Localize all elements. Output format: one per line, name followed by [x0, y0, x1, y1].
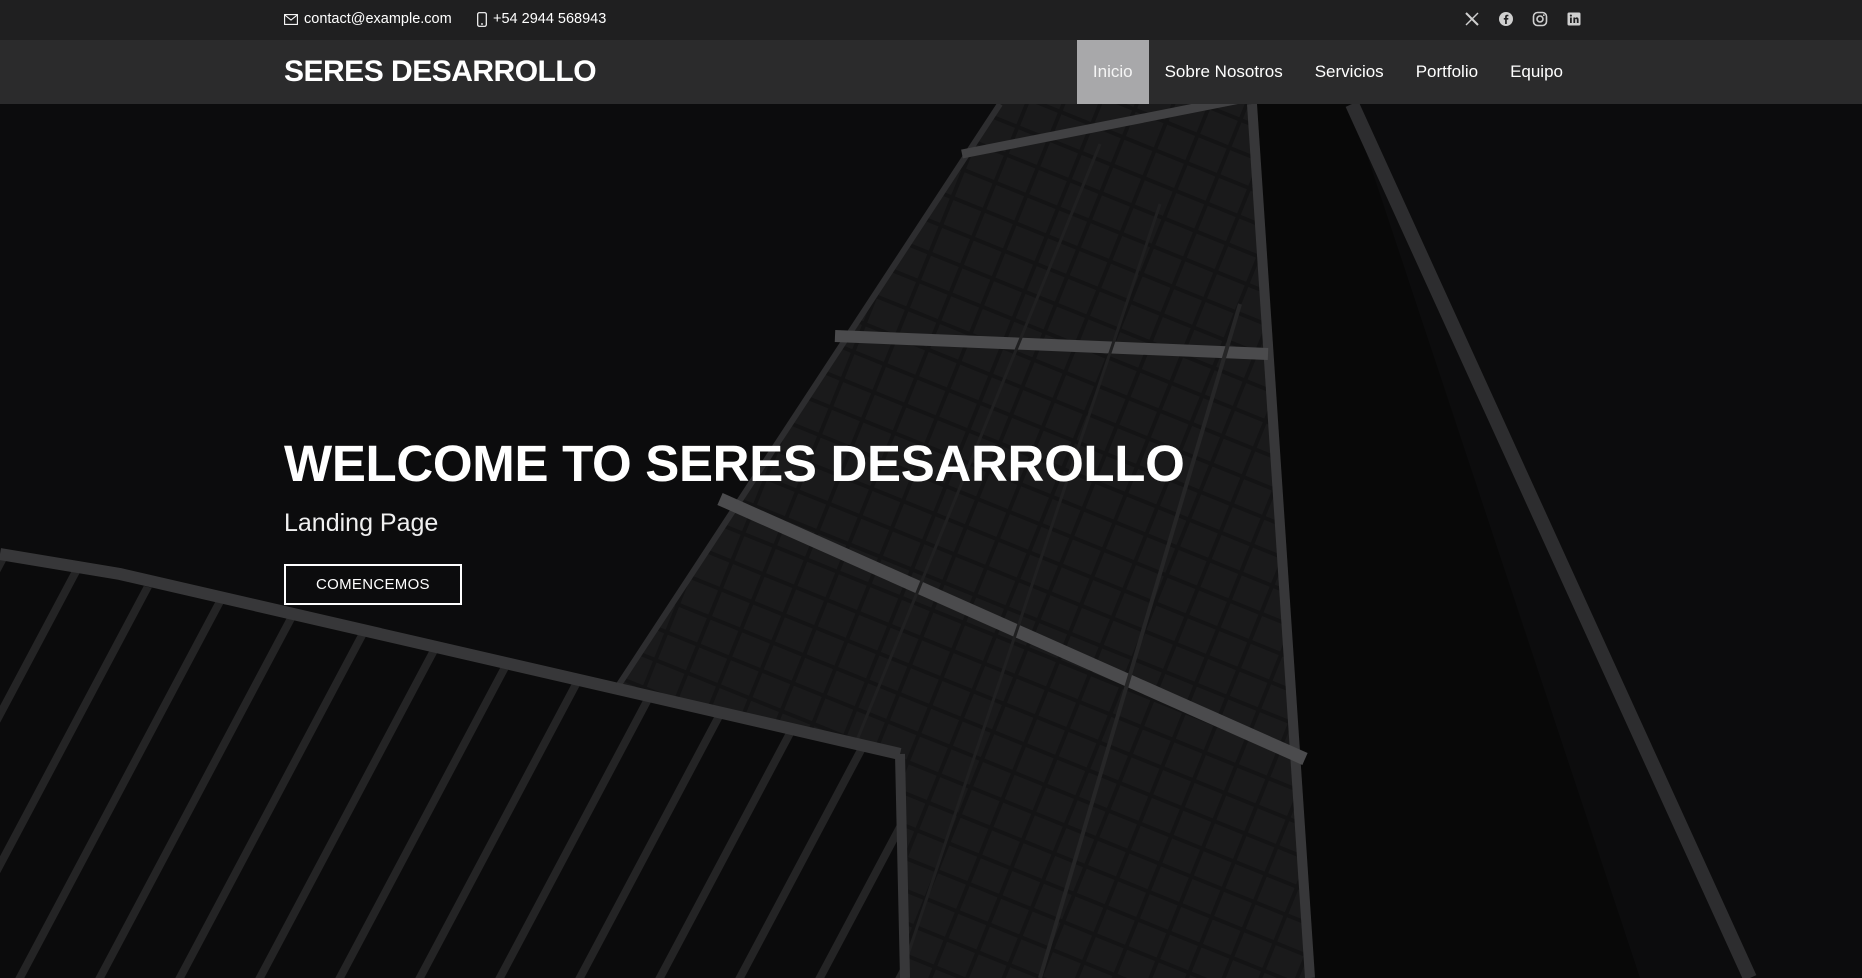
- nav-item-inicio[interactable]: Inicio: [1076, 40, 1149, 104]
- instagram-icon[interactable]: [1532, 11, 1548, 27]
- top-bar: contact@example.com +54 2944 568943: [0, 0, 1862, 40]
- facebook-icon[interactable]: [1498, 11, 1514, 27]
- phone-icon: [477, 11, 487, 27]
- x-twitter-icon[interactable]: [1464, 11, 1480, 27]
- site-logo[interactable]: SERES DESARROLLO: [284, 55, 597, 89]
- hero-section: WELCOME TO SERES DESARROLLO Landing Page…: [0, 104, 1862, 978]
- email-text: contact@example.com: [304, 11, 452, 27]
- nav-menu: Inicio Sobre Nosotros Servicios Portfoli…: [1076, 40, 1579, 104]
- cta-button[interactable]: COMENCEMOS: [284, 564, 462, 605]
- nav-item-sobre-nosotros[interactable]: Sobre Nosotros: [1149, 40, 1299, 104]
- social-links: [1464, 11, 1582, 27]
- envelope-icon: [284, 13, 298, 25]
- nav-item-servicios[interactable]: Servicios: [1299, 40, 1400, 104]
- hero-title: WELCOME TO SERES DESARROLLO: [284, 435, 1185, 492]
- phone-text: +54 2944 568943: [493, 11, 607, 27]
- hero-content: WELCOME TO SERES DESARROLLO Landing Page…: [284, 434, 1185, 605]
- nav-item-equipo[interactable]: Equipo: [1494, 40, 1579, 104]
- phone-contact[interactable]: +54 2944 568943: [477, 11, 606, 27]
- linkedin-icon[interactable]: [1566, 11, 1582, 27]
- nav-item-portfolio[interactable]: Portfolio: [1400, 40, 1494, 104]
- hero-subtitle: Landing Page: [284, 509, 439, 537]
- main-navbar: SERES DESARROLLO Inicio Sobre Nosotros S…: [0, 40, 1862, 104]
- email-contact[interactable]: contact@example.com: [284, 11, 452, 27]
